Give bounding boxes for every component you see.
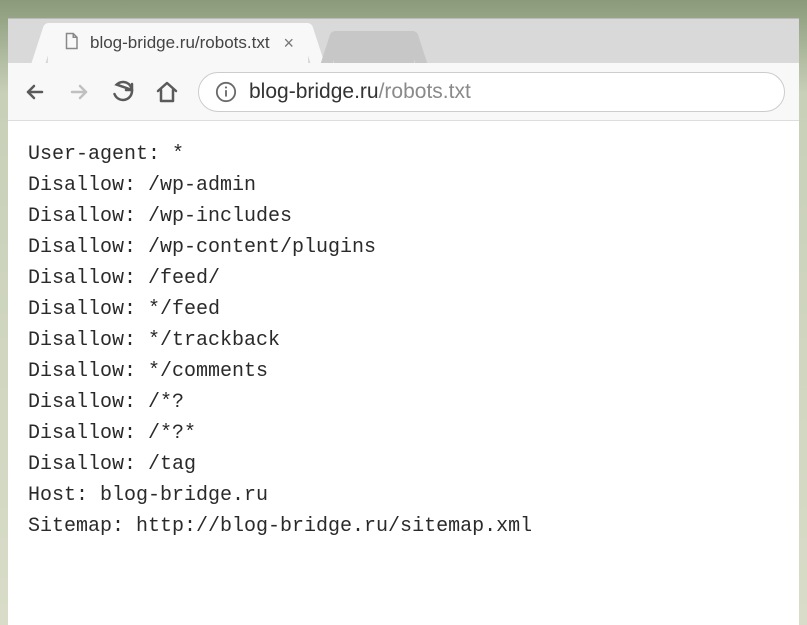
forward-button	[66, 79, 92, 105]
browser-window: blog-bridge.ru/robots.txt ×	[8, 18, 799, 625]
address-bar[interactable]: blog-bridge.ru/robots.txt	[198, 72, 785, 112]
url-host: blog-bridge.ru	[249, 80, 379, 104]
site-info-icon[interactable]	[215, 81, 237, 103]
url-path: /robots.txt	[379, 80, 471, 104]
toolbar: blog-bridge.ru/robots.txt	[8, 63, 799, 121]
page-content: User-agent: * Disallow: /wp-admin Disall…	[8, 121, 799, 625]
back-button[interactable]	[22, 79, 48, 105]
file-icon	[62, 32, 80, 54]
tab-strip: blog-bridge.ru/robots.txt ×	[8, 19, 799, 63]
new-tab-button[interactable]	[334, 31, 414, 63]
reload-button[interactable]	[110, 79, 136, 105]
home-button[interactable]	[154, 79, 180, 105]
close-icon[interactable]: ×	[284, 33, 295, 54]
browser-tab-active[interactable]: blog-bridge.ru/robots.txt ×	[48, 23, 308, 63]
tab-title: blog-bridge.ru/robots.txt	[90, 33, 270, 53]
